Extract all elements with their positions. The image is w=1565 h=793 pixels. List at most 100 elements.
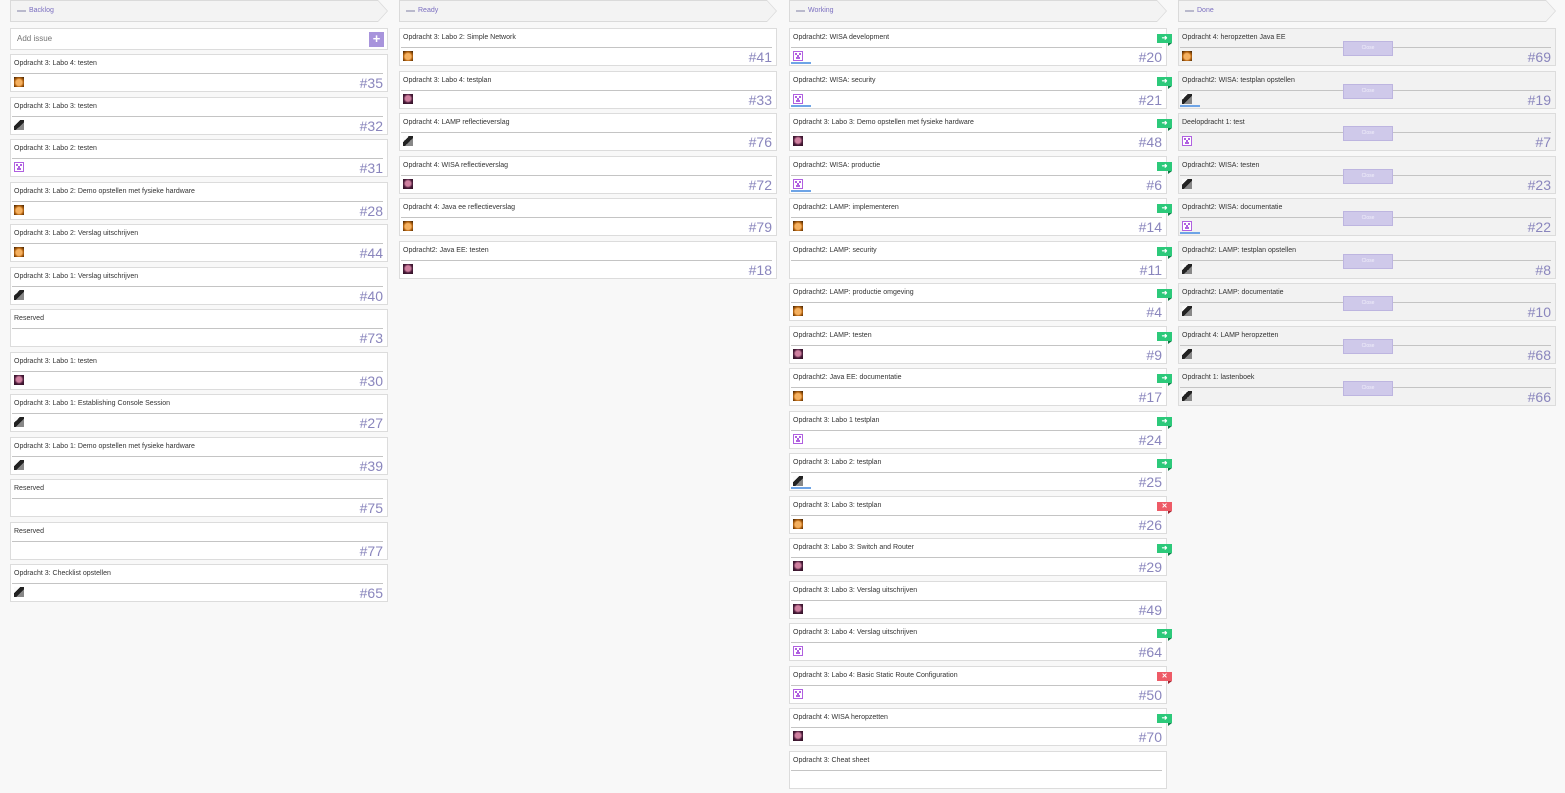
avatar[interactable] xyxy=(793,561,803,571)
issue-number[interactable]: #48 xyxy=(1139,134,1162,150)
avatar[interactable] xyxy=(793,348,803,359)
avatar[interactable] xyxy=(793,136,803,146)
avatar[interactable] xyxy=(403,221,413,231)
issue-title[interactable]: Opdracht 3: Labo 3: Switch and Router xyxy=(793,544,914,551)
avatar[interactable] xyxy=(1182,178,1192,189)
issue-card[interactable]: Opdracht 3: Labo 1: Demo opstellen met f… xyxy=(10,436,388,475)
issue-number[interactable]: #69 xyxy=(1528,49,1551,65)
issue-card[interactable]: Reserved #77 xyxy=(10,521,388,560)
drag-handle-icon[interactable] xyxy=(796,10,805,12)
avatar[interactable] xyxy=(793,688,803,699)
close-button[interactable]: Close xyxy=(1343,296,1393,311)
issue-number[interactable]: #40 xyxy=(360,288,383,304)
issue-number[interactable]: #70 xyxy=(1139,729,1162,745)
issue-card[interactable]: Opdracht 4: heropzetten Java EE #69 Close xyxy=(1178,28,1556,66)
issue-title[interactable]: Opdracht2: LAMP: security xyxy=(793,247,877,254)
issue-card[interactable]: Reserved #73 xyxy=(10,309,388,347)
issue-title[interactable]: Opdracht 3: Labo 4: testen xyxy=(14,60,97,67)
issue-card[interactable]: Opdracht 3: Labo 2: testplan #25 ➜ xyxy=(789,453,1172,491)
close-button[interactable]: Close xyxy=(1343,126,1393,141)
avatar[interactable] xyxy=(14,289,24,300)
column-header[interactable]: Working xyxy=(789,0,1167,22)
avatar[interactable] xyxy=(14,374,24,385)
avatar[interactable] xyxy=(1182,348,1192,359)
close-button[interactable]: Close xyxy=(1343,211,1393,226)
add-issue-button[interactable]: + xyxy=(369,32,384,47)
avatar[interactable] xyxy=(403,93,413,104)
issue-title[interactable]: Reserved xyxy=(14,315,44,322)
issue-card[interactable]: Opdracht 3: Labo 2: Simple Network #41 xyxy=(399,28,777,66)
move-arrow-icon[interactable]: ➜ xyxy=(1157,544,1172,556)
issue-number[interactable]: #23 xyxy=(1528,177,1551,193)
issue-number[interactable]: #24 xyxy=(1139,432,1162,448)
issue-card[interactable]: Opdracht 3: Labo 2: testen #31 xyxy=(10,139,388,177)
move-arrow-icon[interactable]: ➜ xyxy=(1157,629,1172,641)
issue-number[interactable]: #6 xyxy=(1146,177,1162,193)
issue-number[interactable]: #64 xyxy=(1139,644,1162,660)
issue-number[interactable]: #77 xyxy=(360,543,383,559)
issue-title[interactable]: Opdracht2: WISA: testen xyxy=(1182,162,1259,169)
issue-title[interactable]: Opdracht2: LAMP: testplan opstellen xyxy=(1182,247,1296,254)
avatar[interactable] xyxy=(14,204,24,215)
issue-title[interactable]: Opdracht2: LAMP: testen xyxy=(793,332,872,339)
avatar[interactable] xyxy=(793,178,803,189)
issue-number[interactable]: #25 xyxy=(1139,474,1162,490)
issue-title[interactable]: Opdracht 3: Labo 2: Verslag uitschrijven xyxy=(14,230,138,237)
avatar[interactable] xyxy=(14,459,24,470)
issue-title[interactable]: Opdracht2: WISA: productie xyxy=(793,162,880,169)
issue-number[interactable]: #30 xyxy=(360,373,383,389)
avatar[interactable] xyxy=(14,417,24,427)
issue-card[interactable]: Opdracht 3: Labo 4: Basic Static Route C… xyxy=(789,665,1172,704)
issue-card[interactable]: Opdracht2: WISA: testen #23 Close xyxy=(1178,155,1556,194)
issue-number[interactable]: #18 xyxy=(749,262,772,278)
issue-number[interactable]: #27 xyxy=(360,415,383,431)
avatar[interactable] xyxy=(793,731,803,741)
issue-number[interactable]: #21 xyxy=(1139,92,1162,108)
issue-card[interactable]: Opdracht 3: Labo 3: testen #32 xyxy=(10,96,388,135)
issue-title[interactable]: Opdracht2: WISA: security xyxy=(793,77,875,84)
issue-title[interactable]: Opdracht2: WISA: documentatie xyxy=(1182,204,1282,211)
issue-number[interactable]: #68 xyxy=(1528,347,1551,363)
close-button[interactable]: Close xyxy=(1343,83,1393,99)
issue-title[interactable]: Opdracht2: WISA development xyxy=(793,34,889,41)
issue-title[interactable]: Opdracht 4: Java ee reflectieverslag xyxy=(403,204,515,211)
issue-number[interactable]: #8 xyxy=(1535,262,1551,278)
column-header[interactable]: Done xyxy=(1178,0,1556,22)
issue-title[interactable]: Opdracht 4: LAMP reflectieverslag xyxy=(403,119,509,126)
column-header[interactable]: Ready xyxy=(399,0,777,22)
issue-title[interactable]: Opdracht 3: Labo 4: testplan xyxy=(403,77,491,84)
avatar[interactable] xyxy=(793,51,803,61)
avatar[interactable] xyxy=(14,77,24,87)
issue-card[interactable]: Opdracht 3: Labo 4: testplan #33 xyxy=(399,70,777,109)
issue-card[interactable]: Opdracht2: LAMP: implementeren #14 ➜ xyxy=(789,198,1172,236)
issue-title[interactable]: Opdracht 3: Labo 4: Verslag uitschrijven xyxy=(793,629,917,636)
avatar[interactable] xyxy=(14,162,24,172)
issue-card[interactable]: Opdracht2: LAMP: testen #9 ➜ xyxy=(789,325,1172,364)
add-issue-input[interactable] xyxy=(17,34,317,43)
drag-handle-icon[interactable] xyxy=(1185,10,1194,12)
issue-title[interactable]: Opdracht 3: Cheat sheet xyxy=(793,757,869,764)
issue-card[interactable]: Opdracht 3: Labo 4: Verslag uitschrijven… xyxy=(789,623,1172,661)
issue-number[interactable]: #10 xyxy=(1528,304,1551,320)
issue-title[interactable]: Reserved xyxy=(14,528,44,535)
issue-card[interactable]: Opdracht 3: Labo 1: Verslag uitschrijven… xyxy=(10,266,388,305)
issue-number[interactable]: #19 xyxy=(1528,92,1551,108)
issue-title[interactable]: Opdracht 4: heropzetten Java EE xyxy=(1182,34,1286,41)
issue-number[interactable]: #35 xyxy=(360,75,383,91)
issue-title[interactable]: Opdracht 4: WISA reflectieverslag xyxy=(403,162,508,169)
issue-title[interactable]: Opdracht2: Java EE: documentatie xyxy=(793,374,902,381)
avatar[interactable] xyxy=(793,646,803,656)
issue-card[interactable]: Opdracht 4: Java ee reflectieverslag #79 xyxy=(399,198,777,236)
issue-title[interactable]: Opdracht 4: LAMP heropzetten xyxy=(1182,332,1278,339)
issue-card[interactable]: Opdracht2: LAMP: security #11 ➜ xyxy=(789,240,1172,279)
issue-number[interactable]: #11 xyxy=(1140,262,1162,278)
issue-card[interactable]: Opdracht 3: Labo 1 testplan #24 ➜ xyxy=(789,410,1172,449)
issue-card[interactable]: Opdracht2: WISA: productie #6 ➜ xyxy=(789,155,1172,194)
issue-card[interactable]: Opdracht2: WISA development #20 ➜ xyxy=(789,28,1172,66)
issue-title[interactable]: Opdracht 3: Labo 2: testplan xyxy=(793,459,881,466)
avatar[interactable] xyxy=(403,263,413,274)
issue-number[interactable]: #32 xyxy=(360,118,383,134)
avatar[interactable] xyxy=(793,391,803,401)
issue-card[interactable]: Opdracht2: LAMP: documentatie #10 Close xyxy=(1178,283,1556,321)
column-header[interactable]: Backlog xyxy=(10,0,388,22)
